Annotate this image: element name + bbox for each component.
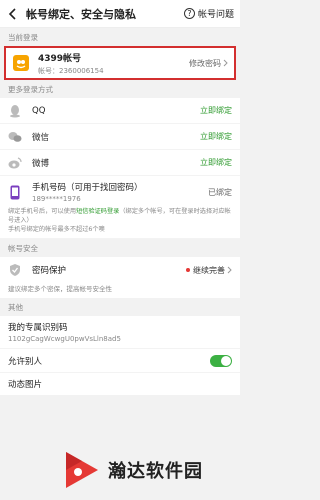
other-list: 我的专属识别码 1102gCagWcwgU0pwVsLln8ad5 允许别人 动…: [0, 316, 240, 395]
wechat-icon: [8, 130, 22, 144]
wechat-label: 微信: [32, 132, 50, 143]
dynamic-images-label: 动态图片: [8, 380, 43, 390]
bind-qq-button[interactable]: 立即绑定: [200, 105, 232, 116]
current-login-section-label: 当前登录: [8, 32, 38, 42]
unique-id-row: 我的专属识别码 1102gCagWcwgU0pwVsLln8ad5: [0, 316, 240, 349]
dynamic-images-row[interactable]: 动态图片: [0, 373, 240, 395]
bind-weibo-button[interactable]: 立即绑定: [200, 157, 232, 168]
current-login-card: 4399帐号 帐号：2360006154 修改密码: [4, 46, 236, 80]
weibo-label: 微博: [32, 158, 50, 169]
continue-improve-button[interactable]: 继续完善: [193, 265, 232, 276]
phone-bound-status[interactable]: 已绑定: [208, 187, 232, 198]
security-section-label: 帐号安全: [8, 243, 38, 253]
password-protection-row[interactable]: 密码保护 继续完善: [0, 257, 240, 283]
phone-binding: 手机号码（可用于找回密码） 189*****1976 已绑定 绑定手机号后，可以…: [0, 176, 240, 239]
password-protection-label: 密码保护: [32, 266, 67, 276]
watermark-logo-icon: [66, 452, 98, 488]
watermark-text: 瀚达软件园: [108, 461, 203, 482]
page-title: 帐号绑定、安全与隐私: [26, 7, 136, 21]
account-info: 4399帐号 帐号：2360006154: [38, 51, 189, 76]
account-help-button[interactable]: ? 帐号问题: [183, 7, 234, 20]
change-password-label: 修改密码: [189, 58, 221, 68]
sms-login-link[interactable]: 短信验证码登录: [76, 208, 119, 215]
shield-icon: [8, 263, 22, 277]
chevron-right-icon: [223, 59, 228, 67]
other-section-label: 其他: [8, 302, 23, 312]
login-row-weibo: 微博 立即绑定: [0, 150, 240, 176]
alert-dot: [186, 268, 190, 272]
change-password-button[interactable]: 修改密码: [189, 58, 228, 69]
phone-icon: [8, 184, 22, 200]
phone-note: 绑定手机号后，可以使用短信验证码登录（绑定多个帐号，可在登录时选择对应帐号进入）…: [8, 207, 232, 234]
unique-id-value: 1102gCagWcwgU0pwVsLln8ad5: [8, 335, 121, 343]
top-bar: 帐号绑定、安全与隐私 ? 帐号问题: [0, 0, 240, 28]
login-row-wechat: 微信 立即绑定: [0, 124, 240, 150]
qq-icon: [8, 104, 22, 118]
account-help-label: 帐号问题: [197, 10, 234, 20]
account-name: 4399帐号: [38, 53, 82, 64]
weibo-icon: [8, 156, 22, 170]
more-login-section-label: 更多登录方式: [8, 84, 53, 94]
phone-note-pre: 绑定手机号后，可以使用: [8, 208, 77, 215]
question-icon: ?: [183, 8, 195, 19]
login-row-qq: QQ 立即绑定: [0, 98, 240, 124]
account-number: 帐号：2360006154: [38, 66, 104, 75]
allow-others-label: 允许别人: [8, 356, 43, 367]
allow-others-row: 允许别人: [0, 349, 240, 373]
phone-note-limit: 手机号绑定的帐号最多不超过6个噢: [8, 226, 105, 233]
continue-improve-label: 继续完善: [193, 265, 225, 275]
allow-others-toggle[interactable]: [210, 354, 232, 367]
back-arrow-icon[interactable]: [6, 7, 20, 21]
bind-wechat-button[interactable]: 立即绑定: [200, 131, 232, 142]
phone-number: 189*****1976: [32, 195, 81, 203]
chevron-right-icon: [227, 266, 232, 274]
logo-4399-icon: [12, 54, 30, 72]
phone-label: 手机号码（可用于找回密码）: [32, 183, 143, 193]
security-note: 建议绑定多个密保，提高帐号安全性: [0, 283, 240, 298]
more-login-list: QQ 立即绑定 微信 立即绑定 微博 立即绑定 手机号码（可用于找回密码） 18…: [0, 98, 240, 239]
watermark: 瀚达软件园: [62, 448, 203, 492]
unique-id-label: 我的专属识别码: [8, 323, 68, 333]
qq-label: QQ: [32, 105, 46, 116]
